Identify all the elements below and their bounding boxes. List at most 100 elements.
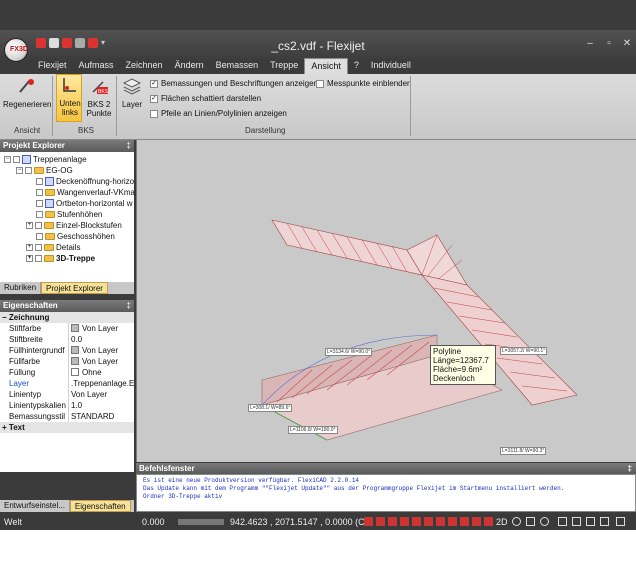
visibility-checkbox[interactable]	[36, 178, 43, 185]
minimize-button[interactable]: –	[583, 38, 597, 50]
property-value[interactable]: Von Layer	[68, 389, 134, 400]
tab-ansicht[interactable]: Ansicht	[304, 58, 348, 74]
visibility-checkbox[interactable]	[36, 233, 43, 240]
tree-node-details[interactable]: + Details	[26, 242, 80, 253]
close-button[interactable]: ✕	[620, 38, 634, 50]
property-linientypskalierung[interactable]: Linientypskalien 1.0	[0, 400, 134, 411]
visibility-checkbox[interactable]	[35, 222, 42, 229]
expand-icon[interactable]: +	[2, 423, 7, 432]
tangent-snap-icon[interactable]	[460, 517, 469, 526]
expand-icon[interactable]: +	[26, 222, 33, 229]
visibility-checkbox[interactable]	[35, 255, 42, 262]
option-bemassungen[interactable]: ✓ Bemassungen und Beschriftungen anzeigen	[150, 79, 318, 88]
pin-icon[interactable]: ‡	[628, 463, 632, 474]
tab-projekt-explorer[interactable]: Projekt Explorer	[41, 282, 108, 294]
option-pfeile[interactable]: Pfeile an Linien/Polylinien anzeigen	[150, 109, 287, 118]
property-fuellung[interactable]: Füllung Ohne	[0, 367, 134, 378]
tab-aufmass[interactable]: Aufmass	[73, 58, 120, 74]
tab-eigenschaften[interactable]: Eigenschaften	[69, 500, 131, 512]
option-bemassungen-checkbox[interactable]: ✓	[150, 79, 158, 88]
regenerate-button[interactable]: Regenerieren	[3, 76, 51, 109]
tree-node-geschosshoehen[interactable]: Geschosshöhen	[36, 231, 115, 242]
circle-tool-icon[interactable]	[540, 517, 549, 526]
mode-2d-toggle[interactable]: 2D	[496, 514, 508, 530]
bks2-punkte-button[interactable]: BKS BKS 2 Punkte	[84, 76, 114, 118]
property-linientyp[interactable]: Linientyp Von Layer	[0, 389, 134, 400]
command-window-output[interactable]: Es ist eine neue Produktversion verfügba…	[136, 474, 636, 512]
cad-viewport[interactable]	[136, 140, 636, 462]
dimension-label[interactable]: L=3111.8/ W=90.3°	[500, 447, 547, 455]
visibility-checkbox[interactable]	[36, 211, 43, 218]
tree-node-ortbeton[interactable]: Ortbeton-horizontal w	[36, 198, 132, 209]
dimension-label[interactable]: L=3134.6/ W=90.0°	[325, 348, 373, 356]
tab-zeichnen[interactable]: Zeichnen	[120, 58, 169, 74]
property-value[interactable]: Von Layer	[68, 323, 134, 334]
property-bemassungsstil[interactable]: Bemassungsstil STANDARD	[0, 411, 134, 422]
visibility-checkbox[interactable]	[13, 156, 20, 163]
option-messpunkte[interactable]: Messpunkte einblenden	[316, 79, 412, 88]
visibility-checkbox[interactable]	[36, 189, 43, 196]
quadrant-snap-icon[interactable]	[484, 517, 493, 526]
dimension-label[interactable]: L=3057.2/ W=90.1°	[500, 347, 548, 355]
unten-links-button[interactable]: Unten links	[56, 74, 82, 122]
property-stiftfarbe[interactable]: Stiftfarbe Von Layer	[0, 323, 134, 334]
property-fuellfarbe[interactable]: Füllfarbe Von Layer	[0, 356, 134, 367]
text-tool-icon[interactable]	[586, 517, 595, 526]
tab-bemassen[interactable]: Bemassen	[210, 58, 265, 74]
tab-help[interactable]: ?	[348, 58, 365, 74]
perpendicular-snap-icon[interactable]	[448, 517, 457, 526]
endpoint-snap-icon[interactable]	[400, 517, 409, 526]
staircase-3d-drawing[interactable]	[137, 140, 636, 462]
app-logo-icon[interactable]: FX3D	[4, 38, 28, 62]
dimension-label[interactable]: L=1106.8/ W=180.0°	[288, 426, 338, 434]
option-pfeile-checkbox[interactable]	[150, 109, 158, 118]
tree-node-eg-og[interactable]: − EG-OG	[16, 165, 73, 176]
expand-icon[interactable]: +	[26, 255, 33, 262]
pin-icon[interactable]: ‡	[127, 300, 131, 312]
snap-icon[interactable]	[364, 517, 373, 526]
collapse-icon[interactable]: −	[4, 156, 11, 163]
tab-flexijet[interactable]: Flexijet	[32, 58, 73, 74]
property-layer[interactable]: Layer .Treppenanlage.E	[0, 378, 134, 389]
tab-aendern[interactable]: Ändern	[169, 58, 210, 74]
property-value[interactable]: Von Layer	[68, 356, 134, 367]
category-zeichnung[interactable]: − Zeichnung	[0, 312, 134, 323]
ortho-icon[interactable]	[388, 517, 397, 526]
tree-node-root[interactable]: − Treppenanlage	[4, 154, 87, 165]
category-text[interactable]: + Text	[0, 422, 134, 433]
tab-individuell[interactable]: Individuell	[365, 58, 417, 74]
tree-node-wangenverlauf[interactable]: Wangenverlauf-VKmax	[36, 187, 139, 198]
property-value[interactable]: 0.0	[68, 334, 134, 345]
tab-entwurfseinstellungen[interactable]: Entwurfseinstel...	[0, 500, 70, 512]
angle-tool-icon[interactable]	[526, 517, 535, 526]
settings-icon[interactable]	[616, 517, 625, 526]
property-fuellhintergrund[interactable]: Füllhintergrundf Von Layer	[0, 345, 134, 356]
tab-rubriken[interactable]: Rubriken	[0, 282, 42, 294]
maximize-button[interactable]: ▫	[602, 38, 616, 50]
property-value[interactable]: STANDARD	[68, 411, 134, 422]
visibility-checkbox[interactable]	[35, 244, 42, 251]
tree-node-deckenoeffnung[interactable]: Deckenöffnung-horizo	[36, 176, 134, 187]
intersection-snap-icon[interactable]	[436, 517, 445, 526]
visibility-checkbox[interactable]	[36, 200, 43, 207]
property-value[interactable]: Ohne	[68, 367, 134, 378]
grid-icon[interactable]	[376, 517, 385, 526]
collapse-icon[interactable]: −	[2, 313, 7, 322]
tree-node-einzel-blockstufen[interactable]: + Einzel-Blockstufen	[26, 220, 122, 231]
midpoint-snap-icon[interactable]	[412, 517, 421, 526]
collapse-icon[interactable]: −	[16, 167, 23, 174]
visibility-checkbox[interactable]	[25, 167, 32, 174]
fill-checkbox[interactable]	[71, 368, 79, 376]
layer-button[interactable]: Layer	[120, 76, 144, 109]
property-value[interactable]: Von Layer	[68, 345, 134, 356]
nearest-snap-icon[interactable]	[472, 517, 481, 526]
option-flaechen[interactable]: ✓ Flächen schattiert darstellen	[150, 94, 261, 103]
property-value[interactable]: .Treppenanlage.E	[68, 378, 134, 389]
option-messpunkte-checkbox[interactable]	[316, 79, 324, 88]
coordinate-space[interactable]: Welt	[4, 514, 22, 530]
option-flaechen-checkbox[interactable]: ✓	[150, 94, 158, 103]
pin-icon[interactable]: ‡	[127, 140, 131, 152]
property-value[interactable]: 1.0	[68, 400, 134, 411]
screen-icon[interactable]	[600, 517, 609, 526]
dimension-label[interactable]: L=308.1/ W=89.6°	[248, 404, 293, 412]
